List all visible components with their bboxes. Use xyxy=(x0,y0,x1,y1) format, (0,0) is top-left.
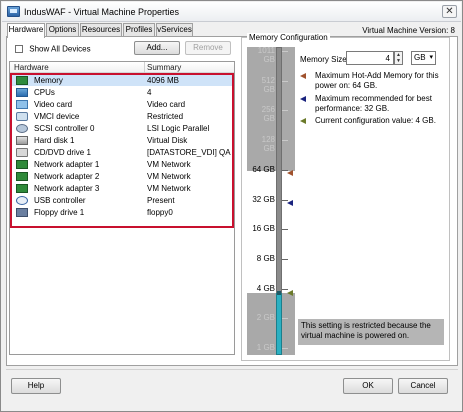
tab-options[interactable]: Options xyxy=(46,23,79,37)
tab-resources[interactable]: Resources xyxy=(80,23,122,37)
chevron-down-icon: ▾ xyxy=(429,54,433,61)
memory-size-spinner[interactable]: ▲ ▼ xyxy=(394,51,403,65)
remove-button[interactable]: Remove xyxy=(185,41,231,55)
hardware-list: Hardware Summary Memory 4096 MB CPUs 4 V… xyxy=(9,61,235,355)
memory-slider-fill xyxy=(276,293,282,355)
current-value-legend-icon xyxy=(300,118,306,124)
column-summary[interactable]: Summary xyxy=(147,63,181,72)
close-icon[interactable]: ✕ xyxy=(442,5,457,18)
help-button[interactable]: Help xyxy=(11,378,61,394)
legend-text: Maximum recommended for best performance… xyxy=(315,94,432,113)
recommended-max-marker-icon xyxy=(287,200,293,206)
vm-properties-window: IndusWAF - Virtual Machine Properties ✕ … xyxy=(0,0,463,412)
memory-size-input[interactable] xyxy=(346,51,394,65)
ok-button[interactable]: OK xyxy=(343,378,393,394)
footer-divider xyxy=(6,369,458,370)
tab-profiles[interactable]: Profiles xyxy=(123,23,155,37)
memory-scale-tick-label: 4 GB xyxy=(256,284,275,293)
show-all-devices-row[interactable]: Show All Devices xyxy=(15,44,91,54)
memory-size-label: Memory Size: xyxy=(300,55,349,64)
memory-scale-tick-label: 32 GB xyxy=(252,195,275,204)
memory-scale-tick-mark xyxy=(282,140,288,141)
vm-window-icon xyxy=(7,6,20,17)
legend-text: Current configuration value: 4 GB. xyxy=(315,116,436,125)
add-button[interactable]: Add... xyxy=(134,41,180,55)
restricted-setting-note: This setting is restricted because the v… xyxy=(298,319,444,345)
hardware-list-header: Hardware Summary xyxy=(10,62,234,73)
memory-scale-tick-mark xyxy=(282,51,288,52)
column-hardware[interactable]: Hardware xyxy=(14,63,49,72)
memory-scale-tick-label: 64 GB xyxy=(252,165,275,174)
window-title: IndusWAF - Virtual Machine Properties xyxy=(24,7,180,17)
tab-hardware[interactable]: Hardware xyxy=(7,23,45,38)
memory-scale-tick-label: 2 GB xyxy=(256,313,275,322)
cancel-button[interactable]: Cancel xyxy=(398,378,448,394)
show-all-devices-label: Show All Devices xyxy=(29,44,91,54)
hot-add-legend-icon xyxy=(300,73,306,79)
memory-scale-tick-label: 512 GB xyxy=(261,76,275,94)
hot-add-max-marker-icon xyxy=(287,170,293,176)
vm-version-label: Virtual Machine Version: 8 xyxy=(362,26,455,35)
legend-text: Maximum Hot-Add Memory for this power on… xyxy=(315,71,439,90)
memory-scale-tick-mark xyxy=(282,259,288,260)
memory-configuration-title: Memory Configuration xyxy=(247,33,330,42)
memory-unit-value: GB xyxy=(414,53,426,62)
memory-scale-tick-label: 128 GB xyxy=(261,135,275,153)
memory-scale-tick-label: 8 GB xyxy=(256,254,275,263)
memory-scale-tick-mark xyxy=(282,318,288,319)
memory-scale-tick-mark xyxy=(282,110,288,111)
memory-scale-tick-label: 1011 GB xyxy=(257,46,275,64)
highlight-box xyxy=(10,73,234,228)
memory-scale-tick-mark xyxy=(282,81,288,82)
memory-unit-select[interactable]: GB ▾ xyxy=(411,51,436,65)
memory-scale-tick-mark xyxy=(282,348,288,349)
memory-scale-tick-label: 256 GB xyxy=(261,105,275,123)
column-divider xyxy=(144,62,145,73)
memory-scale-tick-mark xyxy=(282,229,288,230)
tab-vservices[interactable]: vServices xyxy=(156,23,193,37)
memory-scale-tick-label: 1 GB xyxy=(256,343,275,352)
memory-slider-thumb[interactable] xyxy=(277,291,281,295)
current-value-marker-icon xyxy=(287,290,293,296)
title-bar: IndusWAF - Virtual Machine Properties ✕ xyxy=(2,2,461,22)
recommended-legend-icon xyxy=(300,96,306,102)
memory-scale-tick-label: 16 GB xyxy=(252,224,275,233)
show-all-devices-checkbox[interactable] xyxy=(15,44,23,53)
